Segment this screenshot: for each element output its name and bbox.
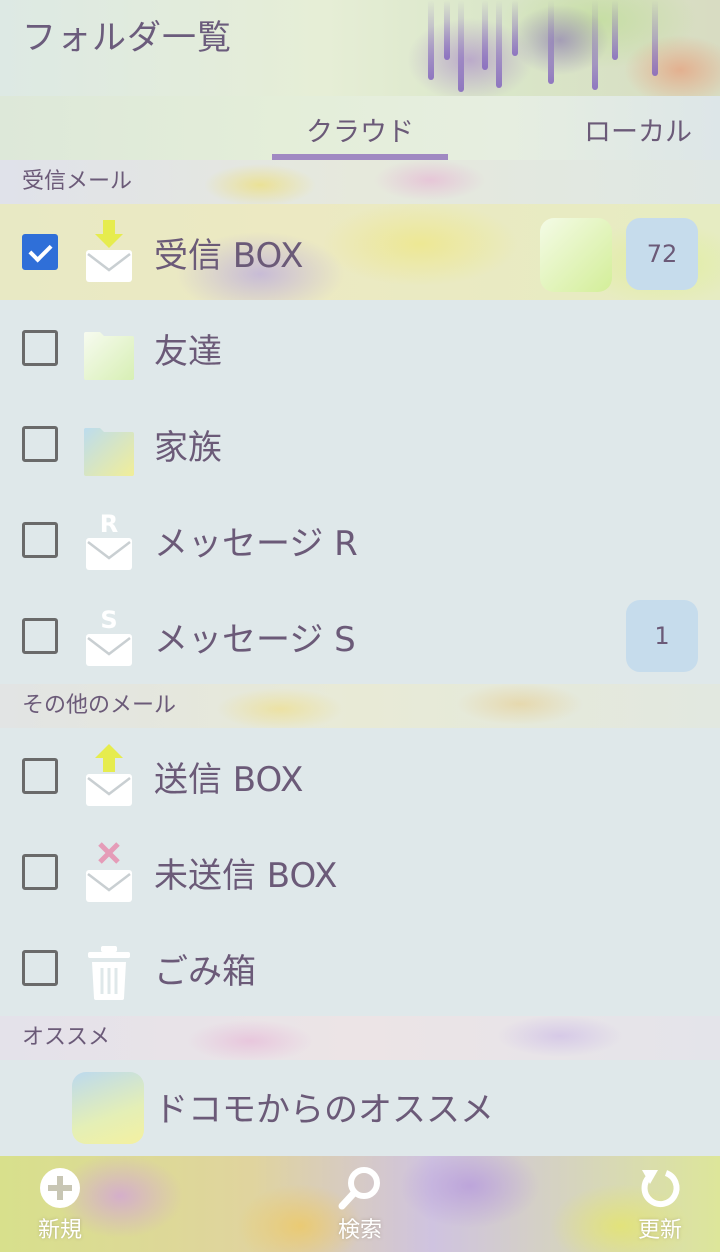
search-label: 検索 [337, 1218, 382, 1243]
checkbox-trash[interactable] [22, 950, 58, 986]
folder-row-friends[interactable]: 友達 [0, 300, 720, 396]
folder-thumbnail [540, 218, 612, 292]
checkbox-outbox[interactable] [22, 758, 58, 794]
checkbox-friends[interactable] [22, 330, 58, 366]
recommend-row[interactable]: ドコモからのオススメ [0, 1060, 720, 1156]
lavender-decoration [482, 0, 488, 70]
checkbox-message-s[interactable] [22, 618, 58, 654]
unsent-icon [86, 842, 132, 902]
section-header-other-mail: その他のメール [0, 684, 720, 728]
search-button[interactable]: 検索 [310, 1166, 410, 1250]
folder-row-message-s[interactable]: S メッセージ S 1 [0, 588, 720, 684]
folder-row-trash[interactable]: ごみ箱 [0, 920, 720, 1016]
lavender-decoration [652, 0, 658, 76]
folder-row-inbox[interactable]: 受信 BOX 72 [0, 204, 720, 300]
tab-bar: クラウド ローカル [0, 96, 720, 160]
folder-label: ごみ箱 [154, 952, 256, 992]
plus-circle-icon [40, 1168, 80, 1208]
lavender-decoration [592, 0, 598, 90]
lavender-decoration [612, 0, 618, 60]
folder-label: 受信 BOX [154, 236, 304, 276]
message-s-icon: S [86, 606, 132, 666]
section-header-recommend: オススメ [0, 1016, 720, 1060]
folder-icon [84, 428, 134, 476]
page-title: フォルダ一覧 [22, 18, 232, 58]
unread-count-badge: 1 [626, 600, 698, 672]
lavender-decoration [548, 0, 554, 84]
bottom-nav: 新規 検索 更新 [0, 1156, 720, 1252]
inbox-icon [86, 220, 132, 282]
lavender-decoration [444, 0, 450, 60]
outbox-icon [86, 744, 132, 806]
tab-cloud[interactable]: クラウド [272, 110, 448, 149]
folder-icon [84, 332, 134, 380]
search-icon [338, 1167, 380, 1210]
recommend-label: ドコモからのオススメ [154, 1090, 494, 1130]
lavender-decoration [496, 0, 502, 88]
new-label: 新規 [37, 1218, 82, 1243]
folder-label: メッセージ R [154, 524, 358, 564]
checkbox-message-r[interactable] [22, 522, 58, 558]
folder-row-outbox[interactable]: 送信 BOX [0, 728, 720, 824]
refresh-icon [641, 1170, 680, 1208]
lavender-decoration [458, 0, 464, 92]
recommend-thumbnail [72, 1072, 144, 1144]
checkbox-unsent[interactable] [22, 854, 58, 890]
lavender-decoration [512, 0, 518, 56]
svg-text:R: R [100, 510, 118, 538]
checkbox-inbox[interactable] [22, 234, 58, 270]
new-button[interactable]: 新規 [10, 1166, 110, 1250]
lavender-decoration [428, 0, 434, 80]
folder-label: 送信 BOX [154, 760, 304, 800]
message-r-icon: R [86, 510, 132, 570]
folder-label: 未送信 BOX [154, 856, 338, 896]
folder-label: メッセージ S [154, 620, 356, 660]
folder-label: 家族 [154, 428, 222, 468]
checkbox-family[interactable] [22, 426, 58, 462]
svg-text:S: S [100, 606, 117, 634]
title-bar: フォルダ一覧 [0, 0, 720, 96]
folder-label: 友達 [154, 332, 222, 372]
trash-icon [88, 946, 130, 1000]
section-header-inbox-mail: 受信メール [0, 160, 720, 204]
folder-row-unsent[interactable]: 未送信 BOX [0, 824, 720, 920]
refresh-label: 更新 [637, 1218, 682, 1243]
unread-count-badge: 72 [626, 218, 698, 290]
folder-row-message-r[interactable]: R メッセージ R [0, 492, 720, 588]
tab-local[interactable]: ローカル [570, 110, 706, 149]
folder-row-family[interactable]: 家族 [0, 396, 720, 492]
refresh-button[interactable]: 更新 [610, 1166, 710, 1250]
